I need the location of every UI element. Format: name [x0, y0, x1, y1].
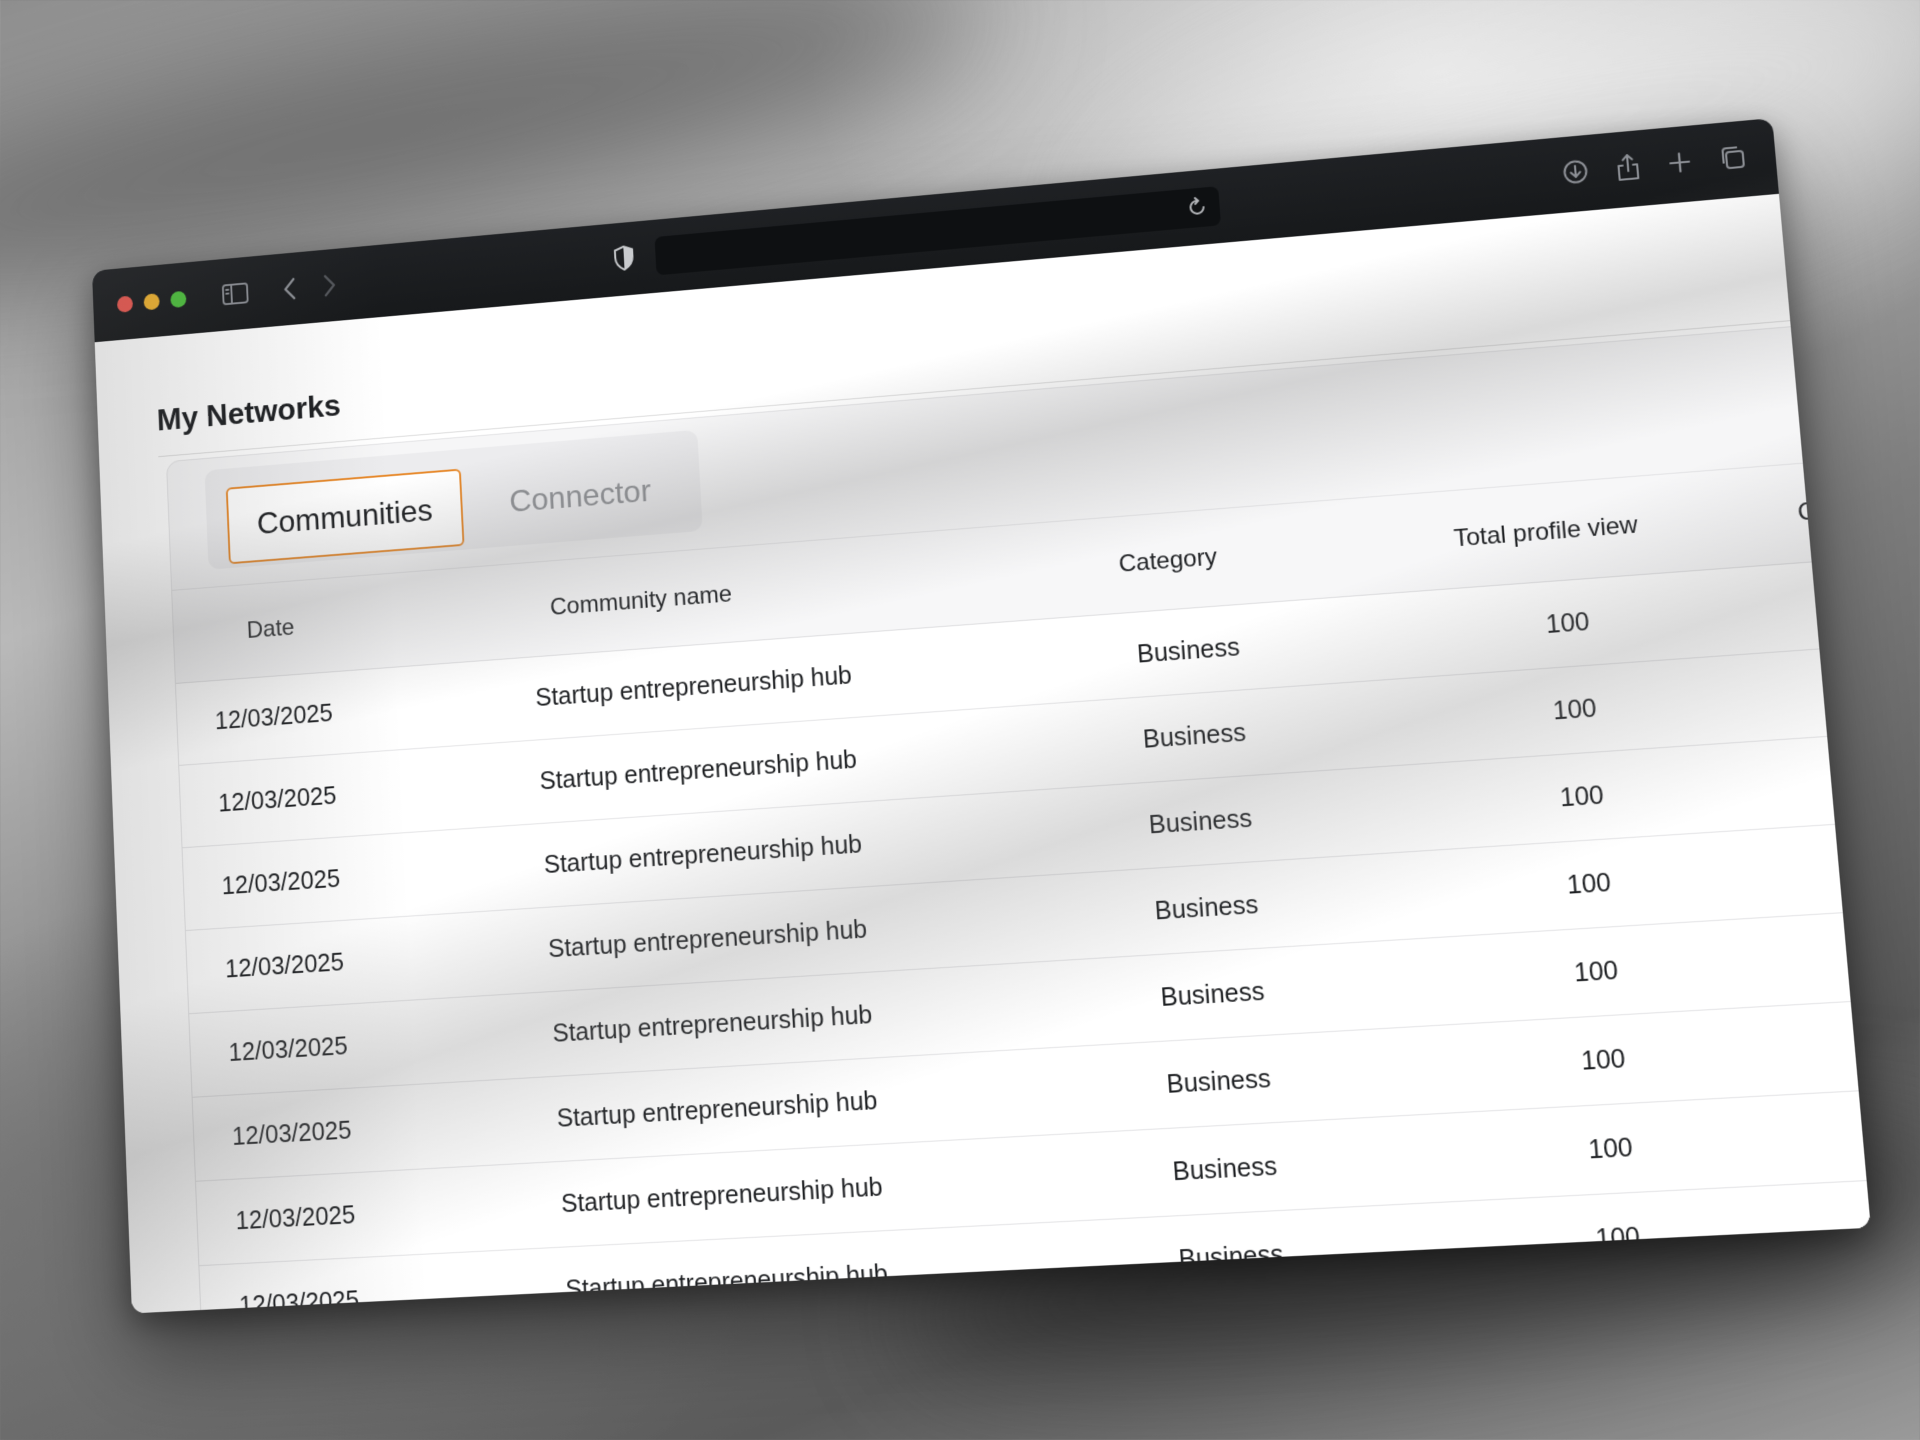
cell-contact-clicks: 56: [1802, 545, 1871, 650]
communities-table-container: Date Community name Category Total profi…: [172, 446, 1871, 1314]
communities-table: Date Community name Category Total profi…: [172, 446, 1871, 1314]
page-title: My Networks: [156, 387, 342, 438]
sidebar-icon[interactable]: [221, 281, 250, 306]
cell-contact-clicks: 56: [1833, 898, 1871, 1003]
cell-contact-clicks: 56: [1825, 809, 1871, 914]
maximize-window-button[interactable]: [170, 290, 187, 308]
share-icon[interactable]: [1614, 152, 1641, 182]
networks-panel: Communities Connector Date Community nam…: [165, 324, 1871, 1314]
minimize-window-button[interactable]: [143, 292, 160, 311]
browser-window: My Networks Communities Connector Date C…: [91, 118, 1871, 1314]
tabs-icon[interactable]: [1718, 143, 1747, 173]
toolbar-right: [1561, 143, 1747, 187]
cell-date: 12/03/2025: [195, 1163, 525, 1266]
chevron-right-icon[interactable]: [321, 272, 337, 298]
tab-communities[interactable]: Communities: [225, 468, 465, 565]
cell-contact-clicks: 56: [1817, 721, 1871, 825]
reload-icon[interactable]: [1187, 195, 1209, 224]
plus-icon[interactable]: [1666, 147, 1693, 177]
shield-icon[interactable]: [613, 245, 635, 272]
cell-total-profile-view: 100: [1505, 1181, 1865, 1289]
chevron-left-icon[interactable]: [282, 276, 298, 302]
tab-bar: Communities Connector: [204, 429, 703, 570]
download-icon[interactable]: [1561, 157, 1590, 187]
page-content: My Networks Communities Connector Date C…: [94, 193, 1871, 1314]
cell-contact-clicks: 56: [1809, 632, 1871, 738]
close-window-button[interactable]: [116, 295, 134, 313]
tab-connector[interactable]: Connector: [478, 451, 683, 541]
window-controls: [116, 290, 187, 313]
column-header-contact-clicks[interactable]: Contact clicks: [1793, 446, 1871, 563]
